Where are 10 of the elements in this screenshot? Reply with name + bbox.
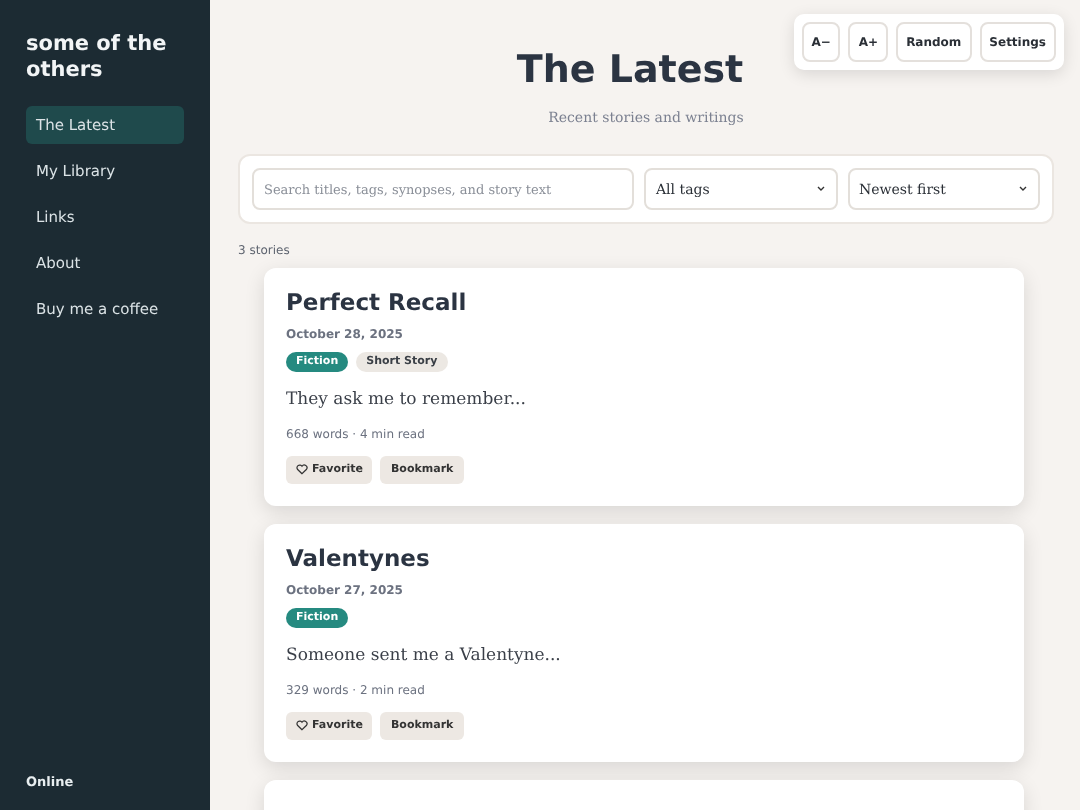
story-excerpt: They ask me to remember... [286,390,528,410]
story-title[interactable]: Perfect Recall [286,288,1002,318]
story-title[interactable]: Valentynes [286,544,1002,574]
site-title: some of the others [26,32,169,84]
page-title: The Latest [516,46,744,96]
heart-icon [296,464,308,476]
story-excerpt: Someone sent me a Valentyne... [286,646,563,666]
chevron-icon [815,186,825,192]
chevron-icon [1018,186,1028,192]
heart-icon [296,720,308,732]
